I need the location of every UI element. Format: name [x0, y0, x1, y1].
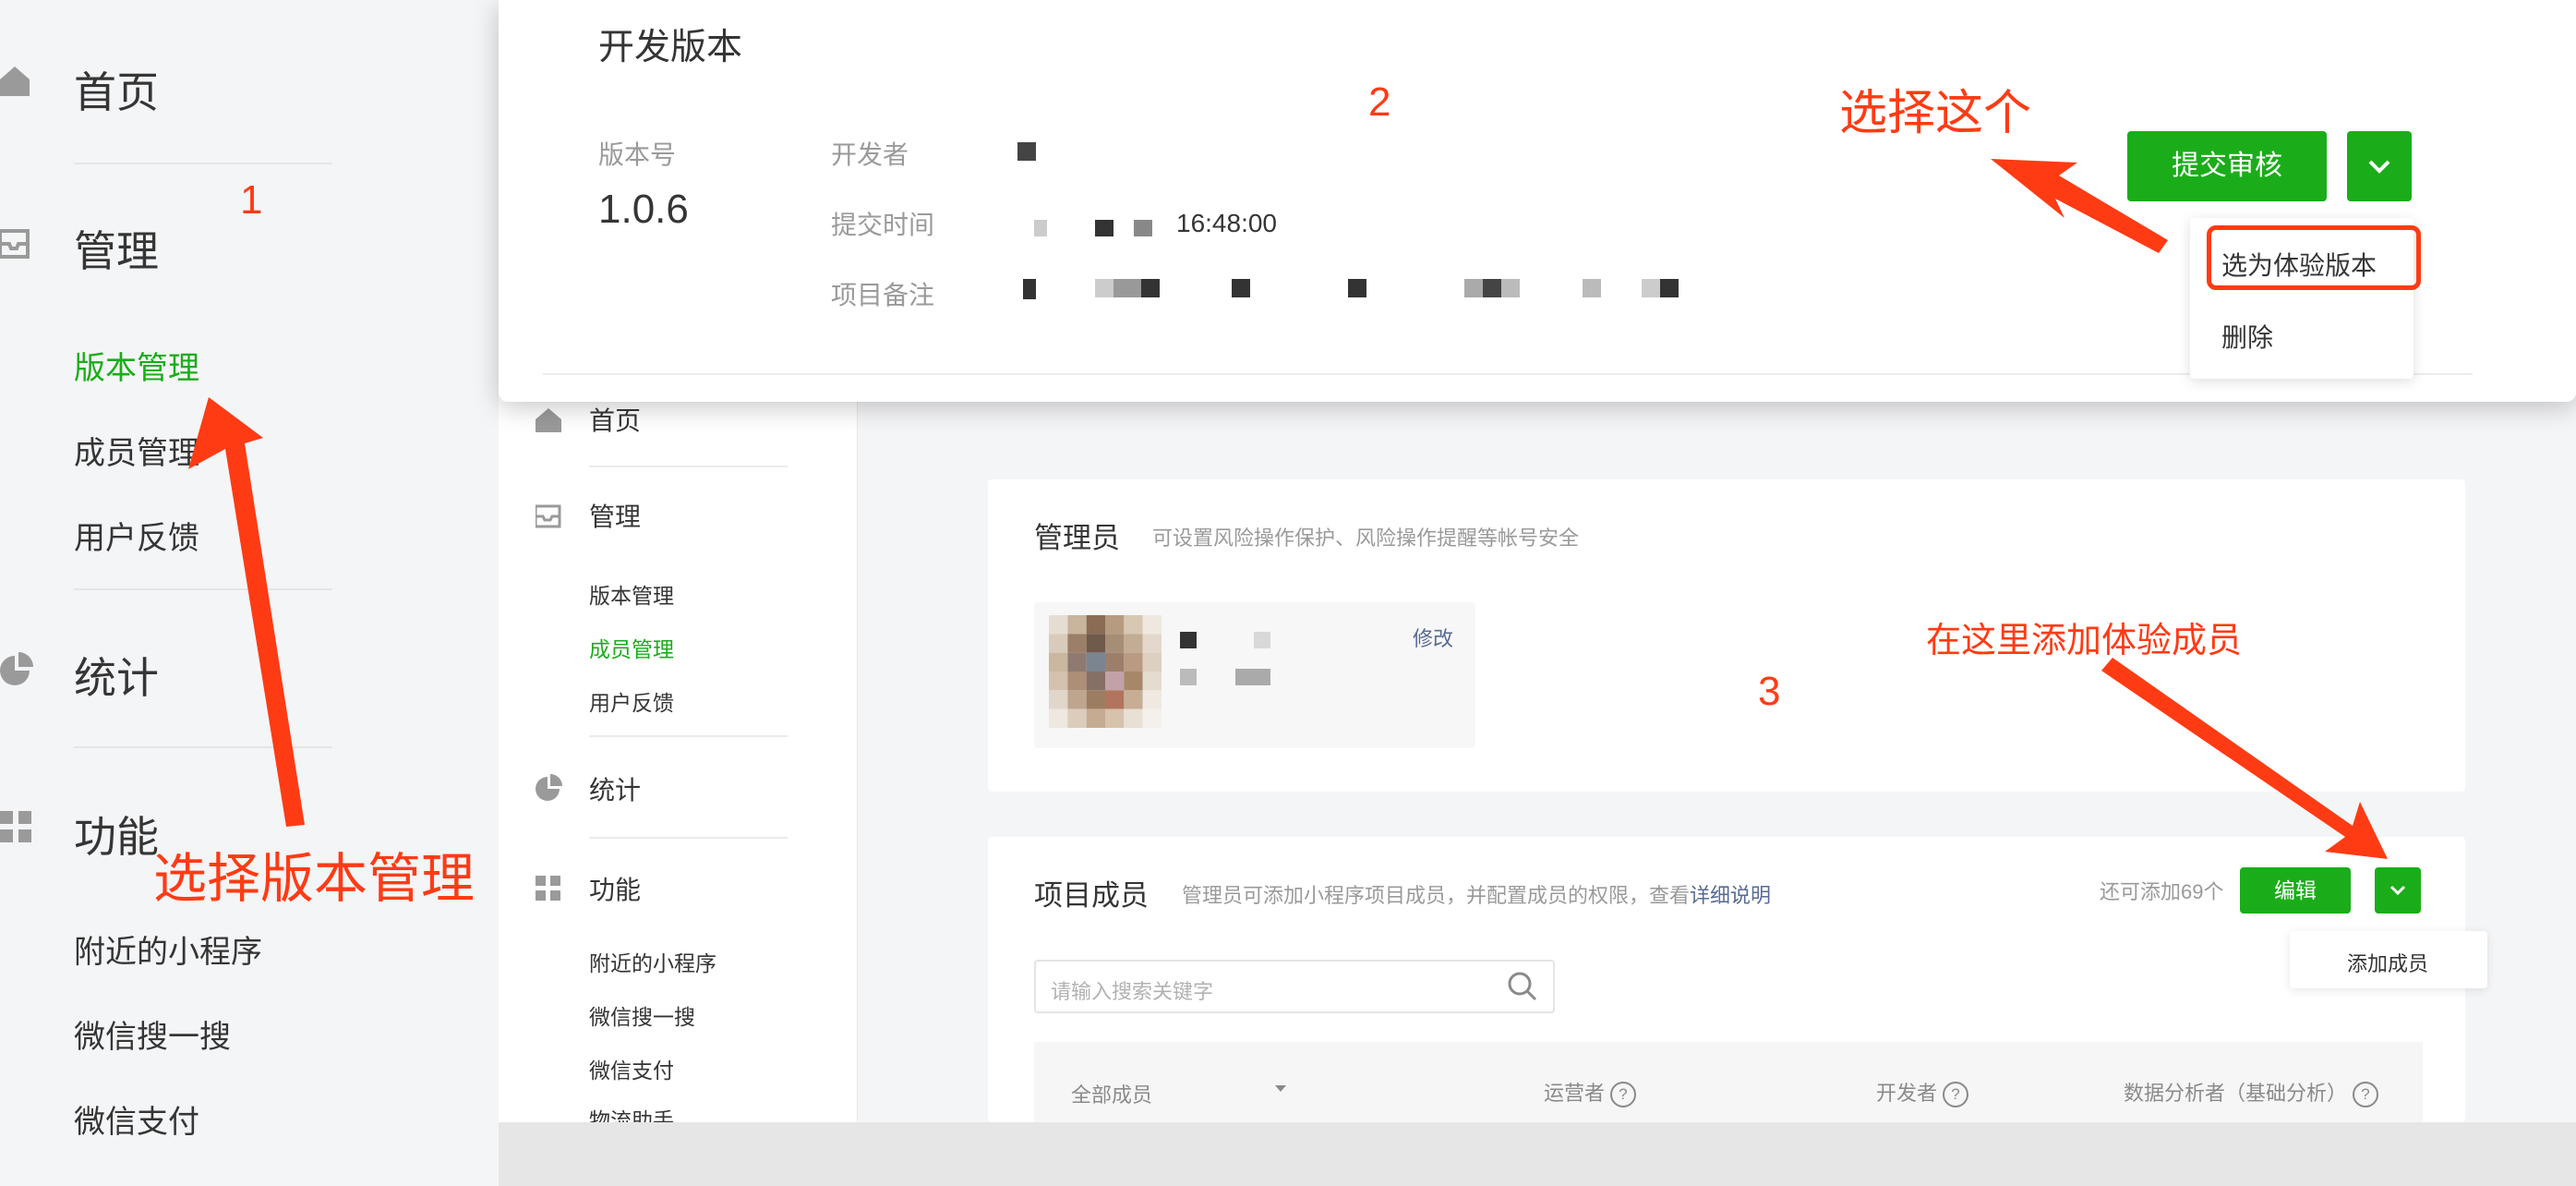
annotation-arrows — [188, 159, 2388, 859]
arrow-to-version-mgmt — [188, 397, 305, 827]
step-1-label: 1 — [240, 177, 263, 223]
annotation-add-tester-here: 在这里添加体验成员 — [1926, 622, 2243, 660]
annotation-choose-this: 选择这个 — [1839, 87, 2032, 140]
annotation-choose-version-mgmt: 选择版本管理 — [153, 849, 475, 909]
arrow-to-trial-version — [1991, 159, 2168, 253]
arrow-to-add-member — [2101, 658, 2388, 859]
step-3-label: 3 — [1758, 669, 1781, 714]
step-2-label: 2 — [1368, 79, 1391, 125]
